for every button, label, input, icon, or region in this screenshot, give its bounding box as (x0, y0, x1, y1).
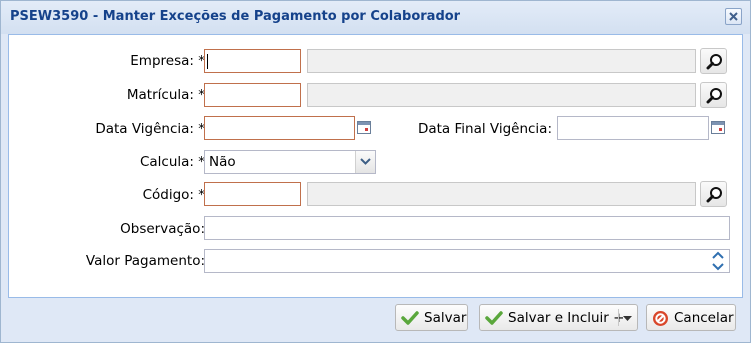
chevron-down-icon[interactable] (623, 316, 632, 322)
cancel-icon (653, 311, 668, 326)
save-button-label: Salvar (424, 310, 467, 326)
calendar-icon (357, 121, 371, 134)
calcula-dropdown-trigger[interactable] (355, 151, 375, 173)
data-vigencia-input[interactable] (204, 116, 355, 140)
close-icon (729, 12, 738, 21)
matricula-label: Matrícula: * (126, 87, 205, 103)
text-caret (207, 54, 208, 69)
empresa-description (307, 49, 696, 73)
calcula-label: Calcula: * (139, 154, 205, 170)
dialog-titlebar[interactable]: PSEW3590 - Manter Exceções de Pagamento … (1, 1, 750, 34)
cancel-button-label: Cancelar (674, 310, 734, 326)
data-final-vigencia-calendar-button[interactable] (709, 116, 727, 140)
matricula-lookup-button[interactable] (700, 82, 727, 108)
save-and-include-label: Salvar e Incluir + (508, 310, 625, 326)
close-button[interactable] (725, 8, 742, 25)
spinner-icon (712, 251, 724, 271)
valor-pagamento-label: Valor Pagamento: (85, 253, 205, 269)
data-final-vigencia-input[interactable] (557, 116, 709, 140)
empresa-label: Empresa: * (130, 53, 205, 69)
form-panel: Empresa: * Matrícula: * Data Vigência: * (8, 34, 743, 298)
observacao-label: Observação: (120, 221, 205, 237)
calendar-icon (711, 121, 725, 134)
codigo-lookup-button[interactable] (700, 181, 727, 207)
data-vigencia-label: Data Vigência: * (95, 121, 205, 137)
check-icon (401, 311, 419, 325)
valor-pagamento-input[interactable] (204, 249, 730, 273)
magnifier-icon (706, 187, 722, 203)
calcula-select[interactable]: Não (204, 150, 376, 174)
codigo-input[interactable] (204, 182, 301, 206)
split-divider (618, 309, 619, 326)
codigo-description (307, 182, 696, 206)
empresa-input[interactable] (204, 49, 301, 73)
chevron-down-icon (360, 158, 371, 165)
valor-pagamento-spinner[interactable] (707, 250, 729, 272)
data-final-vigencia-label: Data Final Vigência: (417, 121, 552, 137)
magnifier-icon (706, 88, 722, 104)
matricula-input[interactable] (204, 83, 301, 107)
check-icon (485, 311, 503, 325)
save-and-include-button[interactable]: Salvar e Incluir + (479, 304, 638, 331)
data-vigencia-calendar-button[interactable] (355, 116, 373, 140)
magnifier-icon (706, 54, 722, 70)
codigo-label: Código: * (142, 187, 205, 203)
calcula-selected-value: Não (209, 154, 236, 170)
save-button[interactable]: Salvar (395, 304, 468, 331)
cancel-button[interactable]: Cancelar (646, 304, 736, 331)
observacao-input[interactable] (204, 216, 730, 240)
dialog-window: PSEW3590 - Manter Exceções de Pagamento … (0, 0, 751, 343)
matricula-description (307, 83, 696, 107)
empresa-lookup-button[interactable] (700, 48, 727, 74)
dialog-title: PSEW3590 - Manter Exceções de Pagamento … (10, 9, 461, 24)
